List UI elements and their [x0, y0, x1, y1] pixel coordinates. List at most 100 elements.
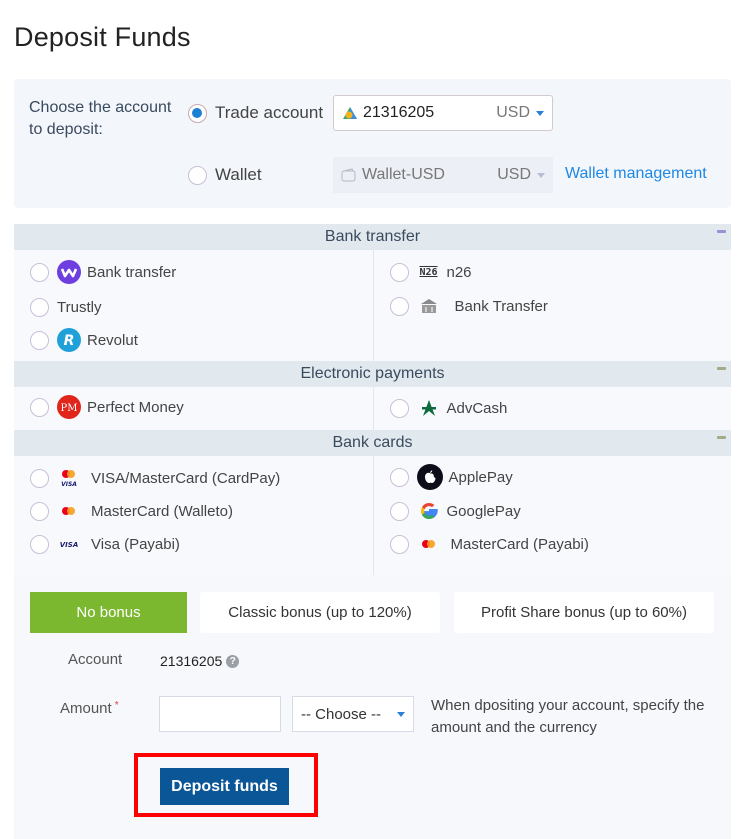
revolut-icon: R — [57, 328, 81, 352]
payment-radio[interactable] — [389, 501, 409, 521]
payment-option-applepay[interactable]: ApplePay — [389, 464, 513, 490]
payment-label: VISA/MasterCard (CardPay) — [91, 469, 281, 487]
payment-option-bank-transfer-wise[interactable]: Bank transfer — [30, 260, 176, 284]
section-body-electronic-payments: PM Perfect Money AdvCash — [14, 387, 731, 430]
svg-text:VISA: VISA — [60, 541, 78, 549]
wise-w-icon — [57, 260, 81, 284]
payment-label: Revolut — [87, 331, 138, 349]
bonus-tab-classic[interactable]: Classic bonus (up to 120%) — [200, 592, 440, 633]
bank-building-icon — [417, 294, 441, 318]
perfect-money-icon: PM — [57, 395, 81, 419]
svg-text:PM: PM — [61, 403, 78, 414]
payment-radio[interactable] — [30, 468, 49, 488]
payment-label: n26 — [446, 263, 472, 281]
payment-radio[interactable] — [389, 262, 409, 282]
payment-option-n26[interactable]: N26 n26 — [389, 260, 472, 284]
trade-account-icon — [343, 107, 357, 119]
payment-methods: Bank transfer Bank transfer Trustly R Re… — [14, 224, 731, 576]
section-header-electronic-payments[interactable]: Electronic payments — [14, 361, 731, 387]
trade-account-select[interactable]: 21316205 USD — [333, 95, 553, 131]
payment-option-mastercard-payabi[interactable]: MasterCard (Payabi) — [389, 532, 589, 556]
wallet-icon — [341, 168, 356, 182]
right-column: N26 n26 Bank Transfer — [372, 250, 732, 361]
payment-option-bank-transfer[interactable]: Bank Transfer — [389, 294, 548, 318]
left-column: PM Perfect Money — [14, 387, 373, 430]
account-value-row: 21316205 ? — [160, 653, 240, 669]
page-title: Deposit Funds — [14, 22, 191, 52]
collapse-icon[interactable] — [717, 230, 726, 233]
collapse-icon[interactable] — [717, 367, 726, 370]
payment-radio[interactable] — [389, 467, 409, 487]
wallet-management-link[interactable]: Wallet management — [565, 165, 707, 183]
deposit-funds-button[interactable]: Deposit funds — [160, 768, 289, 805]
amount-label: Amount — [60, 700, 112, 717]
section-title: Electronic payments — [300, 365, 445, 382]
payment-radio[interactable] — [389, 296, 409, 316]
wallet-radio[interactable] — [188, 165, 207, 185]
help-icon[interactable]: ? — [226, 654, 240, 668]
payment-radio[interactable] — [389, 398, 409, 418]
trade-account-label: Trade account — [215, 103, 324, 122]
payment-label: Bank Transfer — [454, 297, 548, 315]
section-header-bank-cards[interactable]: Bank cards — [14, 430, 731, 456]
visa-mastercard-icon: VISA — [57, 466, 81, 490]
chevron-down-icon — [537, 172, 545, 178]
svg-text:VISA: VISA — [61, 481, 77, 488]
payment-radio[interactable] — [30, 397, 49, 417]
payment-radio[interactable] — [389, 534, 409, 554]
chevron-down-icon — [397, 711, 405, 717]
choose-account-label: Choose the account to deposit: — [29, 99, 172, 138]
payment-radio[interactable] — [30, 501, 49, 521]
chevron-down-icon — [536, 110, 544, 116]
payment-option-visa-payabi[interactable]: VISA Visa (Payabi) — [30, 532, 180, 556]
payment-label: Perfect Money — [87, 398, 184, 416]
bonus-tab-no-bonus[interactable]: No bonus — [30, 592, 187, 633]
payment-option-revolut[interactable]: R Revolut — [30, 328, 138, 352]
payment-label: Trustly — [57, 299, 102, 316]
trade-account-radio-option[interactable]: Trade account — [188, 103, 323, 123]
payment-label: AdvCash — [446, 399, 508, 417]
account-number: 21316205 — [160, 653, 223, 669]
n26-icon: N26 — [419, 266, 438, 278]
wallet-select[interactable]: Wallet-USD USD — [333, 157, 553, 193]
payment-label: MasterCard (Payabi) — [450, 535, 589, 553]
section-header-bank-transfer[interactable]: Bank transfer — [14, 224, 731, 250]
right-column: AdvCash — [372, 387, 732, 430]
wallet-radio-option[interactable]: Wallet — [188, 165, 262, 185]
payment-radio[interactable] — [30, 330, 49, 350]
svg-text:R: R — [64, 333, 75, 349]
trade-account-number: 21316205 — [363, 104, 435, 121]
left-column: VISA VISA/MasterCard (CardPay) MasterCar… — [14, 456, 373, 576]
payment-label: Visa (Payabi) — [91, 535, 180, 553]
trade-account-currency: USD — [496, 104, 530, 121]
bonus-tab-profit-share[interactable]: Profit Share bonus (up to 60%) — [454, 592, 714, 633]
payment-radio[interactable] — [30, 298, 49, 317]
amount-input[interactable] — [159, 696, 281, 732]
left-column: Bank transfer Trustly R Revolut — [14, 250, 373, 361]
payment-radio[interactable] — [30, 262, 49, 282]
payment-option-advcash[interactable]: AdvCash — [389, 396, 508, 420]
section-body-bank-cards: VISA VISA/MasterCard (CardPay) MasterCar… — [14, 456, 731, 576]
payment-radio[interactable] — [30, 534, 49, 554]
payment-label: MasterCard (Walleto) — [91, 502, 233, 520]
right-column: ApplePay GooglePay MasterCard (Payabi) — [372, 456, 732, 576]
wallet-name: Wallet-USD — [362, 166, 445, 183]
amount-label-row: Amount * — [60, 700, 119, 717]
payment-option-perfect-money[interactable]: PM Perfect Money — [30, 395, 184, 419]
required-marker: * — [114, 700, 119, 711]
payment-label: GooglePay — [446, 502, 521, 520]
wallet-label: Wallet — [215, 165, 262, 184]
section-title: Bank cards — [332, 434, 413, 451]
account-label: Account — [68, 651, 123, 668]
google-icon — [417, 499, 441, 523]
section-title: Bank transfer — [324, 228, 421, 245]
currency-selected-value: -- Choose -- — [301, 705, 382, 723]
collapse-icon[interactable] — [717, 436, 726, 439]
payment-option-googlepay[interactable]: GooglePay — [389, 499, 521, 523]
currency-select[interactable]: -- Choose -- — [292, 696, 414, 732]
amount-hint: When dpositing your account, specify the… — [431, 697, 705, 736]
payment-option-visa-mastercard-cardpay[interactable]: VISA VISA/MasterCard (CardPay) — [30, 466, 280, 490]
payment-option-mastercard-walleto[interactable]: MasterCard (Walleto) — [30, 499, 233, 523]
payment-option-trustly[interactable]: Trustly — [30, 298, 101, 317]
trade-account-radio[interactable] — [188, 103, 207, 123]
